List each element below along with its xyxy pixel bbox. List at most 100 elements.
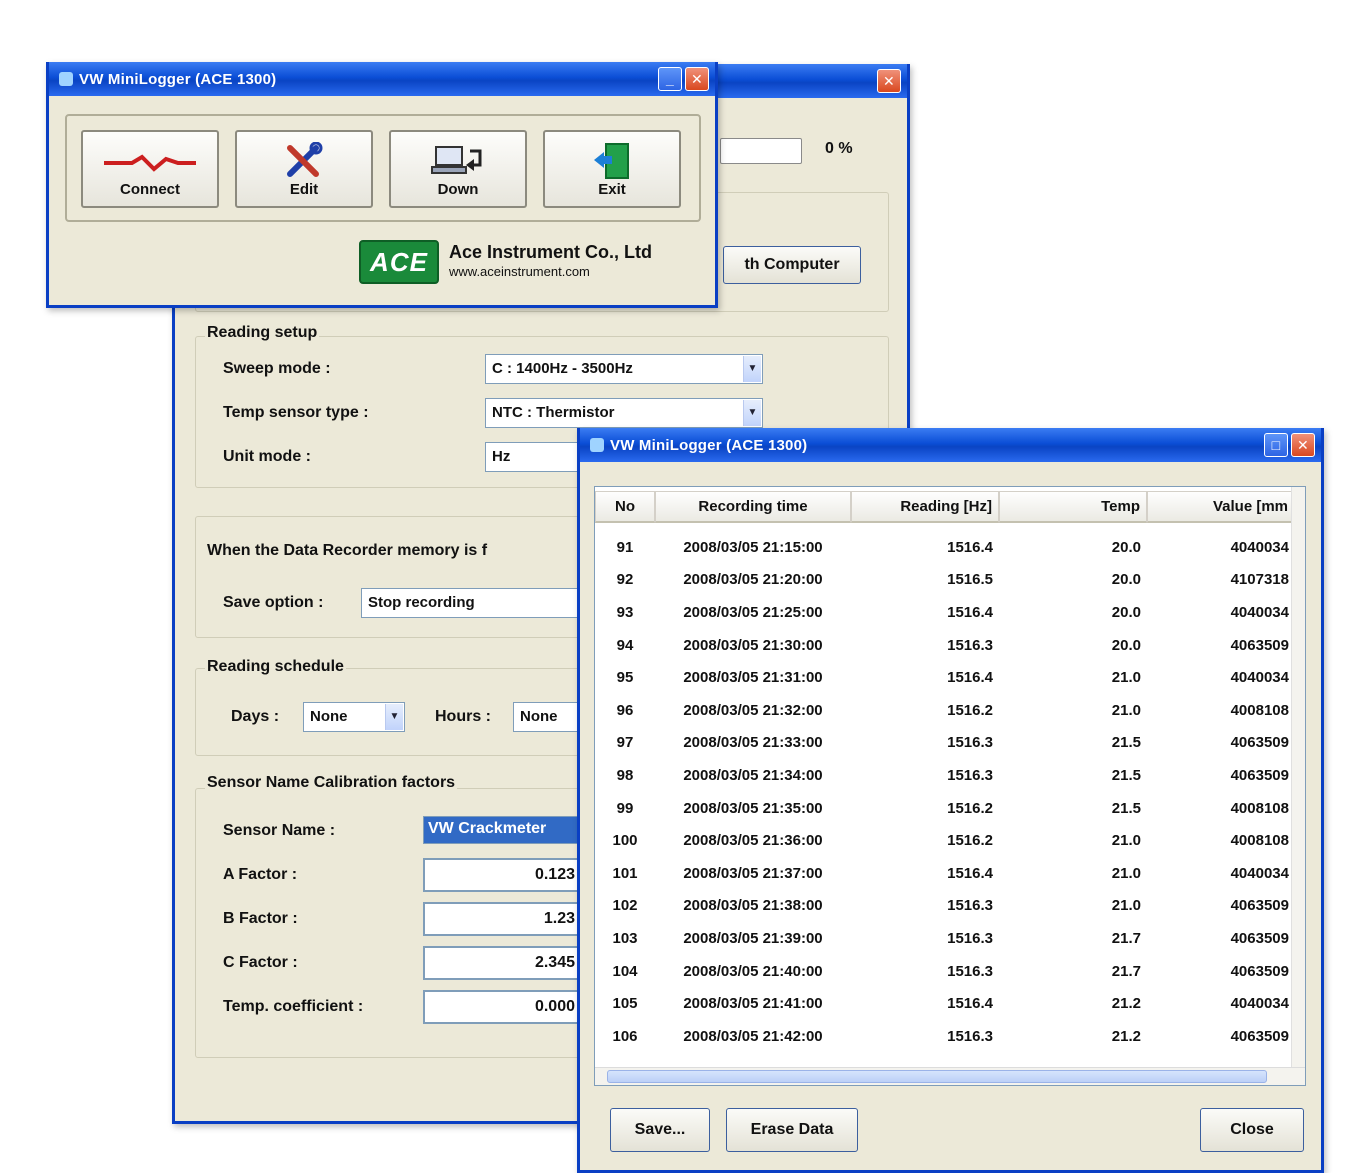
close-icon[interactable]: ✕: [1291, 433, 1315, 457]
cell-temp: 20.0: [1111, 636, 1141, 654]
cell-temp: 20.0: [1111, 603, 1141, 621]
table-row[interactable]: 96 2008/03/05 21:32:00 1516.2 21.0 4008108: [595, 694, 1295, 727]
cell-reading: 1516.4: [947, 603, 993, 621]
column-header-reading[interactable]: Reading [Hz]: [851, 491, 999, 523]
cell-time: 2008/03/05 21:42:00: [683, 1027, 823, 1045]
temp-sensor-select[interactable]: NTC : Thermistor ▼: [485, 398, 763, 428]
cell-reading: 1516.4: [947, 864, 993, 882]
close-icon[interactable]: ✕: [685, 67, 709, 91]
a-factor-input[interactable]: 0.123: [423, 858, 583, 892]
table-row[interactable]: 103 2008/03/05 21:39:00 1516.3 21.7 4063509: [595, 922, 1295, 955]
save-button[interactable]: Save...: [610, 1108, 710, 1152]
data-table[interactable]: No Recording time Reading [Hz] Temp Valu…: [594, 486, 1306, 1086]
days-select[interactable]: None ▼: [303, 702, 405, 732]
cell-time: 2008/03/05 21:30:00: [683, 636, 823, 654]
table-row[interactable]: 97 2008/03/05 21:33:00 1516.3 21.5 4063509: [595, 727, 1295, 760]
save-option-label: Save option :: [223, 594, 324, 611]
cell-value: 4008108: [1230, 799, 1289, 817]
cell-temp: 21.7: [1111, 962, 1141, 980]
column-header-value[interactable]: Value [mm: [1147, 491, 1295, 523]
erase-data-button[interactable]: Erase Data: [726, 1108, 858, 1152]
maximize-icon[interactable]: □: [1264, 433, 1288, 457]
cell-temp: 21.2: [1111, 1027, 1141, 1045]
unit-mode-label: Unit mode :: [223, 448, 311, 465]
table-row[interactable]: 92 2008/03/05 21:20:00 1516.5 20.0 4107318: [595, 564, 1295, 597]
cell-no: 91: [616, 538, 634, 556]
chevron-down-icon[interactable]: ▼: [743, 400, 761, 426]
down-button[interactable]: Down: [389, 130, 527, 208]
column-header-no[interactable]: No: [595, 491, 655, 523]
table-row[interactable]: 99 2008/03/05 21:35:00 1516.2 21.5 4008108: [595, 792, 1295, 825]
app-icon: [590, 438, 604, 452]
sensor-name-input[interactable]: VW Crackmeter: [423, 816, 583, 844]
ace-logo: ACE: [359, 240, 439, 284]
cell-temp: 21.0: [1111, 832, 1141, 850]
cell-value: 4063509: [1230, 897, 1289, 915]
cell-reading: 1516.5: [947, 571, 993, 589]
cell-value: 4063509: [1230, 766, 1289, 784]
table-row[interactable]: 104 2008/03/05 21:40:00 1516.3 21.7 4063509: [595, 955, 1295, 988]
table-row[interactable]: 91 2008/03/05 21:15:00 1516.4 20.0 4040034: [595, 531, 1295, 564]
column-header-time[interactable]: Recording time: [655, 491, 851, 523]
cell-value: 4008108: [1230, 701, 1289, 719]
cell-time: 2008/03/05 21:20:00: [683, 571, 823, 589]
close-button[interactable]: Close: [1200, 1108, 1304, 1152]
sync-computer-button[interactable]: th Computer: [723, 246, 861, 284]
cell-time: 2008/03/05 21:41:00: [683, 995, 823, 1013]
chevron-down-icon[interactable]: ▼: [385, 704, 403, 730]
vertical-scrollbar[interactable]: [1291, 487, 1305, 1073]
sweep-mode-select[interactable]: C : 1400Hz - 3500Hz ▼: [485, 354, 763, 384]
column-header-temp[interactable]: Temp: [999, 491, 1147, 523]
connect-button[interactable]: Connect: [81, 130, 219, 208]
temp-sensor-label: Temp sensor type :: [223, 404, 369, 421]
cell-time: 2008/03/05 21:32:00: [683, 701, 823, 719]
edit-button[interactable]: Edit: [235, 130, 373, 208]
table-header: No Recording time Reading [Hz] Temp Valu…: [595, 491, 1295, 527]
close-icon[interactable]: ✕: [877, 69, 901, 93]
scrollbar-thumb[interactable]: [607, 1070, 1267, 1083]
data-window-title: VW MiniLogger (ACE 1300): [610, 436, 808, 454]
table-row[interactable]: 95 2008/03/05 21:31:00 1516.4 21.0 4040034: [595, 661, 1295, 694]
memory-full-label: When the Data Recorder memory is f: [207, 542, 488, 559]
temp-coefficient-input[interactable]: 0.000: [423, 990, 583, 1024]
cell-no: 99: [616, 799, 634, 817]
table-row[interactable]: 106 2008/03/05 21:42:00 1516.3 21.2 4063509: [595, 1020, 1295, 1053]
table-row[interactable]: 101 2008/03/05 21:37:00 1516.4 21.0 4040034: [595, 857, 1295, 890]
cell-value: 4063509: [1230, 734, 1289, 752]
cell-temp: 20.0: [1111, 571, 1141, 589]
cell-reading: 1516.4: [947, 669, 993, 687]
table-row[interactable]: 102 2008/03/05 21:38:00 1516.3 21.0 4063509: [595, 890, 1295, 923]
table-row[interactable]: 93 2008/03/05 21:25:00 1516.4 20.0 4040034: [595, 596, 1295, 629]
cell-reading: 1516.2: [947, 832, 993, 850]
cell-reading: 1516.3: [947, 734, 993, 752]
cell-value: 4040034: [1230, 538, 1289, 556]
b-factor-input[interactable]: 1.23: [423, 902, 583, 936]
horizontal-scrollbar[interactable]: [595, 1067, 1305, 1085]
brand-url: www.aceinstrument.com: [449, 264, 590, 279]
minimize-icon[interactable]: _: [658, 67, 682, 91]
cell-no: 103: [612, 929, 638, 947]
cell-temp: 21.0: [1111, 864, 1141, 882]
cell-no: 92: [616, 571, 634, 589]
b-factor-label: B Factor :: [223, 910, 298, 927]
cell-no: 95: [616, 669, 634, 687]
cell-value: 4107318: [1230, 571, 1289, 589]
table-row[interactable]: 105 2008/03/05 21:41:00 1516.4 21.2 4040034: [595, 987, 1295, 1020]
c-factor-input[interactable]: 2.345: [423, 946, 583, 980]
table-row[interactable]: 100 2008/03/05 21:36:00 1516.2 21.0 4008108: [595, 824, 1295, 857]
progress-percent: 0 %: [825, 140, 853, 157]
cell-value: 4040034: [1230, 603, 1289, 621]
table-row[interactable]: 98 2008/03/05 21:34:00 1516.3 21.5 4063509: [595, 759, 1295, 792]
chevron-down-icon[interactable]: ▼: [743, 356, 761, 382]
cell-reading: 1516.3: [947, 1027, 993, 1045]
table-row[interactable]: 94 2008/03/05 21:30:00 1516.3 20.0 4063509: [595, 629, 1295, 662]
cell-no: 98: [616, 766, 634, 784]
launcher-title: VW MiniLogger (ACE 1300): [79, 70, 277, 88]
exit-button[interactable]: Exit: [543, 130, 681, 208]
cell-reading: 1516.3: [947, 962, 993, 980]
data-titlebar[interactable]: VW MiniLogger (ACE 1300) □ ✕: [580, 428, 1321, 462]
cell-no: 101: [612, 864, 638, 882]
cell-reading: 1516.4: [947, 995, 993, 1013]
launcher-titlebar[interactable]: VW MiniLogger (ACE 1300) _ ✕: [49, 62, 715, 96]
data-window: VW MiniLogger (ACE 1300) □ ✕ No Recordin…: [577, 428, 1324, 1173]
